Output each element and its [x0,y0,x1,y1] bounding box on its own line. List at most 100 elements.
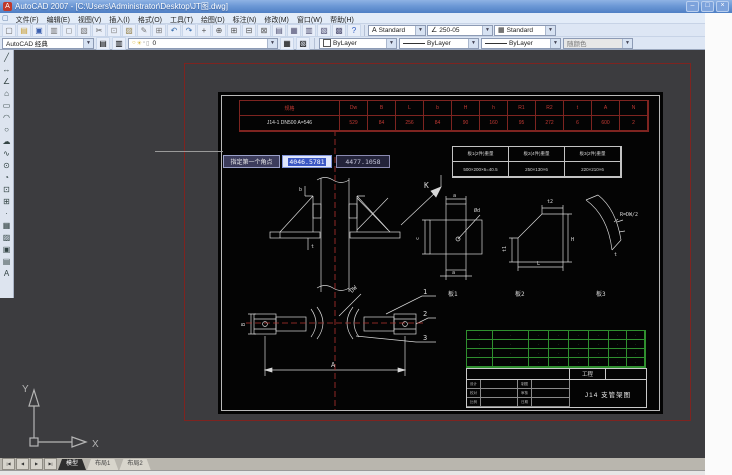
zoom-window-icon[interactable]: ⊞ [227,24,241,37]
title-block-cell [532,398,570,407]
copy-icon[interactable]: ⊡ [107,24,121,37]
chevron-down-icon[interactable]: ▼ [550,39,560,48]
rectangle-icon[interactable]: ▭ [1,100,12,111]
make-object-layer-button[interactable]: ▦ [280,37,294,50]
undo-icon[interactable]: ↶ [167,24,181,37]
gusset-b-label: b [299,187,302,193]
tab-nav-button[interactable]: ◀ [16,458,29,470]
chevron-down-icon[interactable]: ▼ [415,26,425,35]
open-icon[interactable]: ▤ [17,24,31,37]
dim-style-value: 250-05 [439,27,459,34]
new-icon[interactable]: ▢ [2,24,16,37]
layout-tab-bar: |◀◀▶▶| 模型 布局1 布局2 [0,458,705,470]
plot-style-combo[interactable]: 随颜色 ▼ [563,38,633,49]
chevron-down-icon[interactable]: ▼ [482,26,492,35]
dim-b-label: B [241,323,247,326]
maximize-button[interactable]: □ [701,1,714,12]
make-block-icon[interactable]: ⊞ [1,196,12,207]
tab-nav-button[interactable]: |◀ [2,458,15,470]
current-layer-value: 0 [152,40,156,47]
tool-palettes-icon[interactable]: ▥ [302,24,316,37]
ellipse-arc-icon[interactable]: ◔ [1,172,12,183]
ellipse-icon[interactable]: ⊙ [1,160,12,171]
spline-icon[interactable]: ∿ [1,148,12,159]
minimize-button[interactable]: – [686,1,699,12]
point-icon[interactable]: · [1,208,12,219]
spec-value-cell: J14-1 DN500 A=546 [240,116,340,131]
layer-previous-button[interactable]: ▧ [296,37,310,50]
revision-cell: · [529,349,549,358]
chevron-down-icon[interactable]: ▼ [267,39,277,48]
close-button[interactable]: × [716,1,729,12]
dim-style-combo[interactable]: ∠ 250-05 ▼ [427,25,493,36]
layer-states-button[interactable]: ▥ [112,37,126,50]
tab-layout2[interactable]: 布局2 [119,459,150,470]
layers-properties-toolbar: AutoCAD 经典 ▼ ▤ ▥ ○☀▫▯ 0 ▼ ▦ ▧ ByLayer ▼ … [0,37,705,50]
layer-combo[interactable]: ○☀▫▯ 0 ▼ [128,38,278,49]
paste-icon[interactable]: ▨ [122,24,136,37]
tab-model[interactable]: 模型 [58,459,86,470]
quickcalc-icon[interactable]: ▩ [332,24,346,37]
polygon-icon[interactable]: ⌂ [1,88,12,99]
plot-icon[interactable]: ▥ [47,24,61,37]
redo-icon[interactable]: ↷ [182,24,196,37]
chevron-down-icon[interactable]: ▼ [545,26,555,35]
chevron-down-icon[interactable]: ▼ [622,39,632,48]
revision-cloud-icon[interactable]: ☁ [1,136,12,147]
tab-layout1[interactable]: 布局1 [87,459,118,470]
d3-t-label: t [614,252,617,258]
linetype-combo[interactable]: ByLayer ▼ [399,38,479,49]
designcenter-icon[interactable]: ▦ [287,24,301,37]
d1-a2-label: a [453,193,456,199]
chevron-down-icon[interactable]: ▼ [468,39,478,48]
color-combo[interactable]: ByLayer ▼ [319,38,397,49]
cut-icon[interactable]: ✂ [92,24,106,37]
dynamic-input-y-field[interactable]: 4477.1058 [336,155,390,168]
help-icon[interactable]: ? [347,24,361,37]
save-icon[interactable]: ▣ [32,24,46,37]
workspace-combo[interactable]: AutoCAD 经典 ▼ [2,38,94,49]
chevron-down-icon[interactable]: ▼ [83,39,93,48]
lineweight-combo[interactable]: ByLayer ▼ [481,38,561,49]
construction-line-icon[interactable]: ↔ [1,64,12,75]
region-icon[interactable]: ▣ [1,244,12,255]
circle-icon[interactable]: ○ [1,124,12,135]
revision-cell: · [627,340,645,349]
document-icon[interactable]: ▢ [2,14,9,22]
match-properties-icon[interactable]: ✎ [137,24,151,37]
title-block-cell: 审核 [518,389,532,398]
gradient-icon[interactable]: ▨ [1,232,12,243]
mtext-icon[interactable]: A [1,268,12,279]
table-icon[interactable]: ▤ [1,256,12,267]
command-line-strip[interactable] [0,470,732,475]
text-style-combo[interactable]: A Standard ▼ [368,25,426,36]
properties-icon[interactable]: ▤ [272,24,286,37]
insert-block-icon[interactable]: ⊡ [1,184,12,195]
tab-nav-button[interactable]: ▶| [44,458,57,470]
chevron-down-icon[interactable]: ▼ [386,39,396,48]
polyline-icon[interactable]: ∠ [1,76,12,87]
drawing-number: J14 支管架图 [570,380,646,407]
dynamic-input-x-field[interactable]: 4046.5781 [282,155,332,168]
spec-value-cell: 84 [368,116,396,131]
layer-properties-button[interactable]: ▤ [96,37,110,50]
drawing-viewport[interactable]: ╱↔∠⌂▭◠○☁∿⊙◔⊡⊞·▦▨▣▤A [0,50,705,458]
drawing-sheet: K DW 1 2 3 A B t b a a c Ød t2 t1 H L R=… [218,92,663,414]
pan-icon[interactable]: + [197,24,211,37]
spec-value-cell: 600 [592,116,620,131]
zoom-previous-icon[interactable]: ⊟ [242,24,256,37]
line-icon[interactable]: ╱ [1,52,12,63]
hatch-icon[interactable]: ▦ [1,220,12,231]
tab-nav-button[interactable]: ▶ [30,458,43,470]
zoom-realtime-icon[interactable]: ⊕ [212,24,226,37]
plot-preview-icon[interactable]: ◻ [62,24,76,37]
revision-cell: · [569,340,589,349]
publish-icon[interactable]: ▧ [77,24,91,37]
block-editor-icon[interactable]: ⊞ [152,24,166,37]
plate-header-cell: 板1(2件)重量 [453,147,509,162]
zoom-extents-icon[interactable]: ⊠ [257,24,271,37]
revision-cell: · [529,331,549,340]
table-style-combo[interactable]: ▦ Standard ▼ [494,25,556,36]
sheet-set-icon[interactable]: ▧ [317,24,331,37]
arc-icon[interactable]: ◠ [1,112,12,123]
